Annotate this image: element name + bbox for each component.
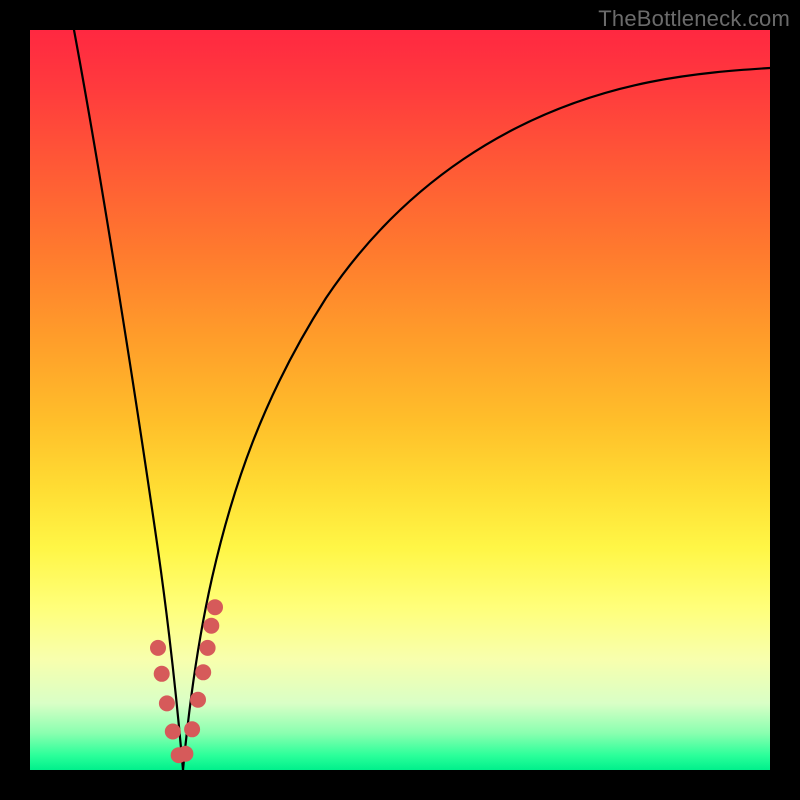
data-marker [190,692,206,708]
curve-layer [30,30,770,770]
data-marker [165,724,181,740]
data-marker [200,640,216,656]
data-marker [195,664,211,680]
data-marker [203,618,219,634]
watermark-text: TheBottleneck.com [598,6,790,32]
data-marker [184,721,200,737]
chart-frame: TheBottleneck.com [0,0,800,800]
plot-area [30,30,770,770]
data-marker [154,666,170,682]
data-marker [177,746,193,762]
data-marker [150,640,166,656]
curve-left [74,30,183,770]
curve-right [183,68,770,770]
data-marker [207,599,223,615]
data-marker [159,695,175,711]
